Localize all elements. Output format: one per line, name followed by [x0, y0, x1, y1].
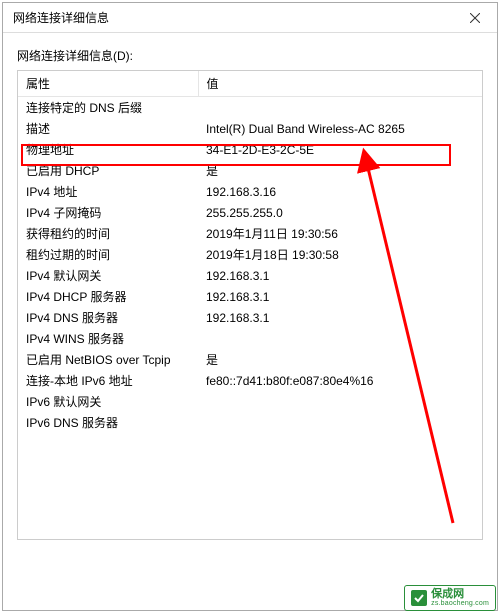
window-title: 网络连接详细信息	[3, 9, 109, 26]
close-button[interactable]	[452, 3, 497, 33]
watermark-text: 保成网 zs.baocheng.com	[431, 589, 489, 607]
cell-property: IPv4 DNS 服务器	[18, 307, 198, 328]
table-row[interactable]: 租约过期的时间2019年1月18日 19:30:58	[18, 244, 482, 265]
watermark-en: zs.baocheng.com	[431, 600, 489, 607]
table-row[interactable]: 描述Intel(R) Dual Band Wireless-AC 8265	[18, 118, 482, 139]
table-row[interactable]: 连接特定的 DNS 后缀	[18, 97, 482, 119]
cell-value: 192.168.3.16	[198, 181, 482, 202]
cell-property: 获得租约的时间	[18, 223, 198, 244]
cell-property: IPv4 地址	[18, 181, 198, 202]
cell-property: IPv4 DHCP 服务器	[18, 286, 198, 307]
cell-property: 连接-本地 IPv6 地址	[18, 370, 198, 391]
cell-value: 是	[198, 349, 482, 370]
table-row[interactable]: IPv6 DNS 服务器	[18, 412, 482, 433]
cell-property: 连接特定的 DNS 后缀	[18, 97, 198, 119]
cell-property: 描述	[18, 118, 198, 139]
cell-property: IPv4 WINS 服务器	[18, 328, 198, 349]
cell-value: 2019年1月18日 19:30:58	[198, 244, 482, 265]
table-row[interactable]: IPv4 DHCP 服务器192.168.3.1	[18, 286, 482, 307]
cell-value: fe80::7d41:b80f:e087:80e4%16	[198, 370, 482, 391]
cell-property: 租约过期的时间	[18, 244, 198, 265]
cell-value: 192.168.3.1	[198, 286, 482, 307]
cell-property: IPv6 默认网关	[18, 391, 198, 412]
table-row[interactable]: IPv4 默认网关192.168.3.1	[18, 265, 482, 286]
table-row[interactable]: 物理地址34-E1-2D-E3-2C-5E	[18, 139, 482, 160]
cell-property: IPv4 子网掩码	[18, 202, 198, 223]
titlebar: 网络连接详细信息	[3, 3, 497, 33]
cell-value: 255.255.255.0	[198, 202, 482, 223]
cell-value: 192.168.3.1	[198, 307, 482, 328]
cell-value: 2019年1月11日 19:30:56	[198, 223, 482, 244]
list-label: 网络连接详细信息(D):	[17, 47, 483, 64]
cell-property: 已启用 NetBIOS over Tcpip	[18, 349, 198, 370]
details-list[interactable]: 属性 值 连接特定的 DNS 后缀描述Intel(R) Dual Band Wi…	[17, 70, 483, 540]
cell-value	[198, 97, 482, 119]
table-row[interactable]: 已启用 NetBIOS over Tcpip是	[18, 349, 482, 370]
table-row[interactable]: IPv4 WINS 服务器	[18, 328, 482, 349]
table-row[interactable]: 连接-本地 IPv6 地址fe80::7d41:b80f:e087:80e4%1…	[18, 370, 482, 391]
cell-value	[198, 412, 482, 433]
cell-value: 是	[198, 160, 482, 181]
table-row[interactable]: IPv4 DNS 服务器192.168.3.1	[18, 307, 482, 328]
cell-value: Intel(R) Dual Band Wireless-AC 8265	[198, 118, 482, 139]
table-row[interactable]: IPv4 子网掩码255.255.255.0	[18, 202, 482, 223]
table-header-row: 属性 值	[18, 71, 482, 97]
table-row[interactable]: 已启用 DHCP是	[18, 160, 482, 181]
dialog-window: 网络连接详细信息 网络连接详细信息(D): 属性 值	[2, 2, 498, 611]
close-icon	[470, 13, 480, 23]
watermark-cn: 保成网	[431, 589, 489, 600]
cell-value: 192.168.3.1	[198, 265, 482, 286]
watermark-check-icon	[411, 590, 427, 606]
header-value[interactable]: 值	[198, 71, 482, 97]
cell-property: IPv6 DNS 服务器	[18, 412, 198, 433]
table-row[interactable]: 获得租约的时间2019年1月11日 19:30:56	[18, 223, 482, 244]
watermark-badge: 保成网 zs.baocheng.com	[404, 585, 496, 611]
cell-property: 物理地址	[18, 139, 198, 160]
header-property[interactable]: 属性	[18, 71, 198, 97]
dialog-content: 网络连接详细信息(D): 属性 值 连接特定的 DNS 后缀描述Intel(R)…	[3, 33, 497, 610]
cell-value	[198, 328, 482, 349]
cell-property: IPv4 默认网关	[18, 265, 198, 286]
table-row[interactable]: IPv4 地址192.168.3.16	[18, 181, 482, 202]
table-row[interactable]: IPv6 默认网关	[18, 391, 482, 412]
cell-property: 已启用 DHCP	[18, 160, 198, 181]
cell-value: 34-E1-2D-E3-2C-5E	[198, 139, 482, 160]
cell-value	[198, 391, 482, 412]
details-table: 属性 值 连接特定的 DNS 后缀描述Intel(R) Dual Band Wi…	[18, 71, 482, 433]
